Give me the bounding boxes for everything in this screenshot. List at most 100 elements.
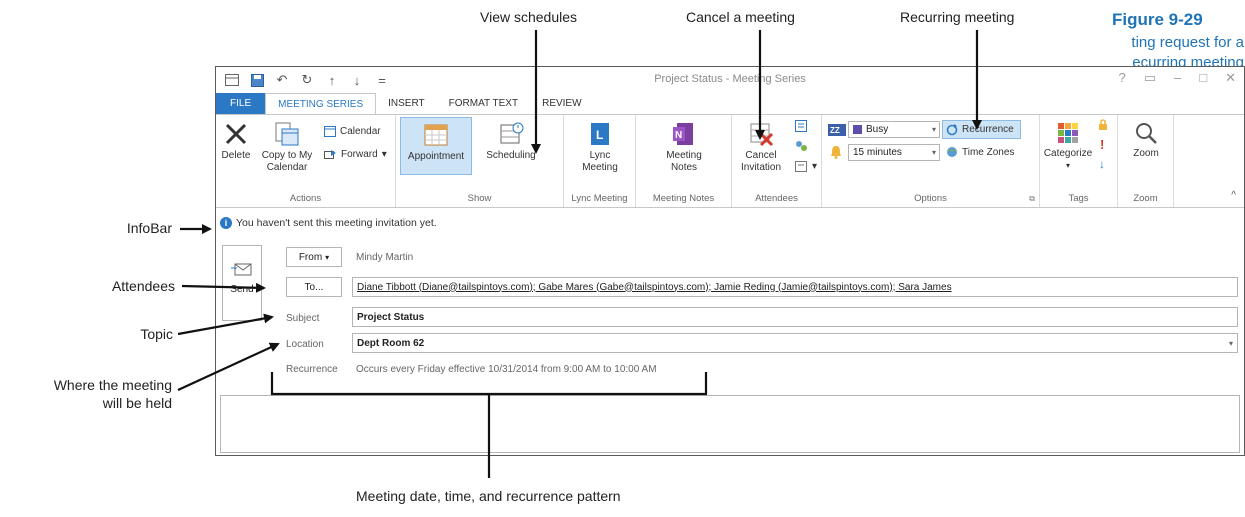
appointment-label: Appointment bbox=[407, 151, 465, 162]
show-as-select[interactable]: Busy ▾ bbox=[848, 121, 940, 138]
categorize-label: Categorize bbox=[1043, 148, 1093, 159]
location-value: Dept Room 62 bbox=[357, 337, 425, 349]
subject-label: Subject bbox=[286, 313, 320, 324]
group-show: Appointment Scheduling Show bbox=[396, 115, 564, 207]
tab-meeting-series[interactable]: MEETING SERIES bbox=[265, 93, 377, 115]
notes-label-2: Notes bbox=[670, 162, 698, 173]
forward-label: Forward bbox=[341, 148, 378, 160]
forward-icon bbox=[324, 150, 336, 159]
to-label: To... bbox=[304, 281, 324, 293]
zoom-icon bbox=[1136, 123, 1157, 144]
group-label-lync: Lync Meeting bbox=[571, 193, 628, 204]
callout-location-line2: will be held bbox=[102, 395, 172, 411]
window-title: Project Status - Meeting Series bbox=[654, 73, 806, 85]
collapse-ribbon-icon[interactable]: ^ bbox=[1231, 190, 1236, 201]
ribbon: Delete Copy to My Calendar Calendar Forw… bbox=[216, 114, 1244, 208]
svg-text:L: L bbox=[596, 128, 603, 142]
recurrence-icon bbox=[946, 123, 958, 135]
calendar-button[interactable]: Calendar bbox=[324, 125, 381, 137]
svg-text:ZZ: ZZ bbox=[830, 126, 840, 135]
group-label-show: Show bbox=[467, 193, 492, 204]
private-button[interactable] bbox=[1098, 119, 1108, 131]
response-options-button[interactable]: ▾ bbox=[794, 159, 817, 173]
scheduling-button[interactable]: Scheduling bbox=[476, 121, 546, 162]
group-tags: Categorize ▾ ! ↓ Tags bbox=[1040, 115, 1118, 207]
send-button[interactable]: Send bbox=[222, 245, 262, 321]
minimize-icon[interactable]: – bbox=[1174, 70, 1181, 86]
subject-field[interactable]: Project Status bbox=[352, 307, 1238, 327]
figure-title: Figure 9-29 bbox=[1112, 10, 1203, 29]
time-zones-button[interactable]: Time Zones bbox=[946, 146, 1014, 158]
reminder-value: 15 minutes bbox=[853, 147, 902, 158]
scheduling-icon bbox=[500, 122, 524, 144]
callout-cancel-meeting: Cancel a meeting bbox=[686, 9, 795, 25]
lock-icon bbox=[1099, 119, 1107, 130]
copy-label-1: Copy to My bbox=[261, 150, 313, 161]
group-zoom: Zoom Zoom bbox=[1118, 115, 1174, 207]
lync-label-2: Meeting bbox=[582, 162, 618, 173]
options-launcher-icon[interactable]: ⧉ bbox=[1029, 194, 1035, 204]
delete-button[interactable]: Delete bbox=[220, 121, 252, 162]
from-dropdown-icon: ▾ bbox=[325, 252, 330, 262]
response-dropdown-icon[interactable]: ▾ bbox=[812, 161, 817, 172]
calendar-label: Calendar bbox=[340, 125, 381, 137]
lync-meeting-button[interactable]: L Lync Meeting bbox=[570, 121, 630, 174]
forward-button[interactable]: Forward ▾ bbox=[324, 148, 387, 160]
group-label-zoom: Zoom bbox=[1133, 193, 1158, 204]
from-button[interactable]: From ▾ bbox=[286, 247, 342, 267]
ribbon-display-icon[interactable]: ▭ bbox=[1144, 70, 1156, 86]
meeting-notes-button[interactable]: N Meeting Notes bbox=[650, 121, 718, 174]
copy-to-calendar-button[interactable]: Copy to My Calendar bbox=[256, 121, 318, 174]
show-as-value: Busy bbox=[866, 124, 889, 135]
help-icon[interactable]: ? bbox=[1118, 70, 1125, 86]
response-options-icon bbox=[795, 161, 807, 172]
show-as-dropdown-icon: ▾ bbox=[931, 125, 936, 134]
location-dropdown-icon[interactable]: ▾ bbox=[1229, 339, 1233, 348]
callout-view-schedules: View schedules bbox=[480, 9, 578, 25]
categorize-button[interactable]: Categorize ▾ bbox=[1042, 121, 1094, 172]
zoom-label: Zoom bbox=[1133, 148, 1159, 159]
appointment-button[interactable]: Appointment bbox=[400, 117, 472, 175]
zoom-button[interactable]: Zoom bbox=[1124, 121, 1168, 160]
cancel-invitation-button[interactable]: Cancel Invitation bbox=[736, 121, 786, 174]
busy-color-icon bbox=[853, 125, 862, 134]
recurrence-label: Recurrence bbox=[962, 124, 1014, 135]
title-bar: ↶ ↻ ↑ ↓ = Project Status - Meeting Serie… bbox=[216, 67, 1244, 93]
callout-infobar: InfoBar bbox=[126, 220, 172, 236]
svg-text:N: N bbox=[675, 130, 682, 141]
location-field[interactable]: Dept Room 62 ▾ bbox=[352, 333, 1238, 353]
tab-review[interactable]: REVIEW bbox=[530, 93, 593, 115]
send-label: Send bbox=[230, 284, 254, 295]
high-importance-icon[interactable]: ! bbox=[1100, 137, 1104, 152]
categorize-dropdown-icon[interactable]: ▾ bbox=[1042, 160, 1094, 172]
recurrence-button[interactable]: Recurrence bbox=[942, 120, 1021, 139]
group-attendees: Cancel Invitation ▾ Attendees bbox=[732, 115, 822, 207]
cancel-label-1: Cancel bbox=[745, 150, 777, 161]
tab-file[interactable]: FILE bbox=[216, 93, 266, 115]
callout-topic: Topic bbox=[140, 326, 173, 342]
close-icon[interactable]: ✕ bbox=[1225, 70, 1236, 86]
tab-format-text[interactable]: FORMAT TEXT bbox=[437, 93, 530, 115]
group-label-attendees: Attendees bbox=[755, 193, 798, 204]
address-book-button[interactable] bbox=[794, 119, 808, 133]
group-lync: L Lync Meeting Lync Meeting bbox=[564, 115, 636, 207]
show-as-icon: ZZ bbox=[828, 124, 846, 136]
to-field[interactable]: Diane Tibbott (Diane@tailspintoys.com); … bbox=[352, 277, 1238, 297]
to-button[interactable]: To... bbox=[286, 277, 342, 297]
reminder-select[interactable]: 15 minutes ▾ bbox=[848, 144, 940, 161]
low-importance-icon[interactable]: ↓ bbox=[1099, 157, 1105, 171]
group-options: ZZ Busy ▾ Recurrence 15 minutes ▾ Time Z… bbox=[822, 115, 1040, 207]
check-names-button[interactable] bbox=[794, 139, 808, 153]
to-recipients: Diane Tibbott (Diane@tailspintoys.com); … bbox=[357, 281, 952, 293]
infobar-text: You haven't sent this meeting invitation… bbox=[236, 217, 437, 229]
message-body[interactable] bbox=[220, 395, 1240, 453]
forward-dropdown-icon[interactable]: ▾ bbox=[382, 149, 387, 160]
tab-insert[interactable]: INSERT bbox=[376, 93, 437, 115]
maximize-icon[interactable]: □ bbox=[1199, 70, 1207, 86]
scheduling-label: Scheduling bbox=[486, 150, 536, 161]
from-value: Mindy Martin bbox=[356, 252, 414, 263]
ribbon-tabs: FILE MEETING SERIES INSERT FORMAT TEXT R… bbox=[216, 93, 1244, 115]
cancel-label-2: Invitation bbox=[740, 162, 782, 173]
copy-calendar-icon bbox=[275, 122, 299, 146]
recurrence-value: Occurs every Friday effective 10/31/2014… bbox=[356, 364, 657, 375]
